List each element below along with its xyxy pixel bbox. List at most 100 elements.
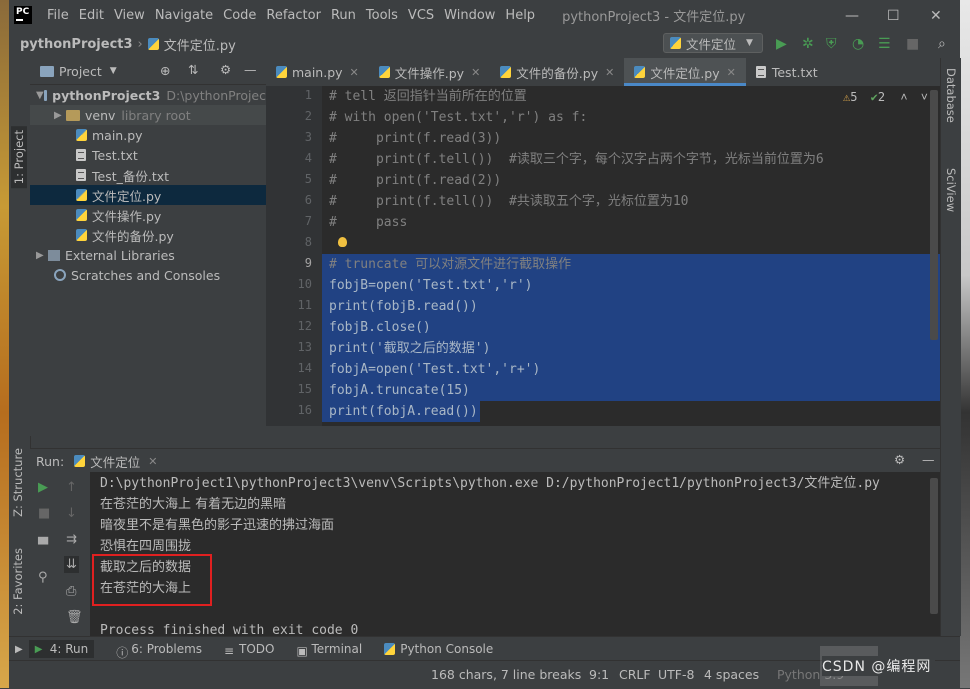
code-line: # tell 返回指针当前所在的位置 <box>329 89 527 104</box>
close-tab-icon[interactable]: ✕ <box>471 66 480 79</box>
todo-icon: ≡ <box>224 644 235 658</box>
stop-icon[interactable]: ■ <box>906 36 919 52</box>
tab-main-py[interactable]: main.py ✕ <box>266 58 369 86</box>
tree-item-test-backup-txt[interactable]: Test_备份.txt <box>30 165 266 185</box>
menu-help[interactable]: Help <box>500 8 540 23</box>
tree-item-file-locate-py[interactable]: 文件定位.py <box>30 185 266 205</box>
tab-structure[interactable]: Z: Structure <box>11 448 25 517</box>
menu-vcs[interactable]: VCS <box>403 8 439 23</box>
menu-run[interactable]: Run <box>326 8 361 23</box>
status-caret-position[interactable]: 9:1 <box>589 667 609 682</box>
profile-icon[interactable]: ◔ <box>852 36 864 52</box>
tab-terminal[interactable]: ▣ Terminal <box>297 642 363 658</box>
trash-icon[interactable]: 🗑 <box>66 610 83 625</box>
tab-label: Test.txt <box>771 64 818 80</box>
pin-icon[interactable]: ⚲ <box>38 570 48 585</box>
status-encoding[interactable]: UTF-8 <box>658 667 694 682</box>
menu-tools[interactable]: Tools <box>361 8 403 23</box>
status-indent[interactable]: 4 spaces <box>704 667 759 682</box>
tab-file-backup-py[interactable]: 文件的备份.py ✕ <box>490 58 624 86</box>
minimize-icon[interactable]: — <box>845 8 859 24</box>
line-number: 16 <box>297 403 312 417</box>
close-tab-icon[interactable]: ✕ <box>605 66 614 79</box>
tab-favorites[interactable]: 2: Favorites <box>11 548 25 615</box>
tab-file-locate-py[interactable]: 文件定位.py ✕ <box>624 58 746 86</box>
library-icon <box>48 249 60 261</box>
gear-icon[interactable]: ⚙ <box>894 452 905 467</box>
chevron-down-icon[interactable]: ▼ <box>110 66 117 76</box>
status-bar: 168 chars, 7 line breaks 9:1 CRLF UTF-8 … <box>9 660 960 689</box>
chevron-up-icon[interactable]: ˄ <box>900 90 907 104</box>
print-icon[interactable]: ⎙ <box>66 584 76 599</box>
collapse-all-icon[interactable]: ⇅ <box>188 62 198 77</box>
tab-todo[interactable]: ≡ TODO <box>224 642 274 658</box>
menu-code[interactable]: Code <box>218 8 261 23</box>
menu-edit[interactable]: Edit <box>74 8 109 23</box>
tree-item-venv[interactable]: ▶ venv library root <box>30 105 266 125</box>
breadcrumb-file[interactable]: 文件定位.py <box>164 35 236 54</box>
project-view-select[interactable]: Project <box>59 64 102 79</box>
editor-scrollbar[interactable] <box>930 90 938 340</box>
chevron-down-icon[interactable]: ˅ <box>921 90 928 104</box>
status-line-separator[interactable]: CRLF <box>619 667 651 682</box>
tab-problems[interactable]: ⓘ 6: Problems <box>116 642 203 660</box>
close-icon[interactable]: ✕ <box>930 8 942 24</box>
console-output[interactable]: D:\pythonProject1\pythonProject3\venv\Sc… <box>90 472 940 638</box>
code-editor[interactable]: ⚠5 ✔2 ˄ ˅ # tell 返回指针当前所在的位置 # with open… <box>322 86 940 426</box>
down-icon[interactable]: ↓ <box>66 506 77 521</box>
tree-item-file-ops-py[interactable]: 文件操作.py <box>30 205 266 225</box>
stop-icon[interactable]: ■ <box>38 506 50 521</box>
desktop-background-right <box>960 0 970 688</box>
weak-warning-count: 2 <box>877 90 886 104</box>
soft-wrap-icon[interactable]: ⇉ <box>66 532 77 547</box>
tree-item-file-backup-py[interactable]: 文件的备份.py <box>30 225 266 245</box>
rerun-icon[interactable]: ▶ <box>38 480 48 495</box>
run-config-select[interactable]: 文件定位 ▼ <box>663 33 763 53</box>
tree-item-test-txt[interactable]: Test.txt <box>30 145 266 165</box>
breadcrumb-project[interactable]: pythonProject3 <box>20 37 133 52</box>
close-tab-icon[interactable]: ✕ <box>727 66 736 79</box>
line-number: 13 <box>297 340 312 354</box>
tree-item-project-root[interactable]: ▼ pythonProject3 D:\pythonProjec <box>30 85 266 105</box>
window-icon[interactable]: ▶ <box>15 644 23 655</box>
gear-icon[interactable]: ⚙ <box>220 62 231 77</box>
inspection-widget[interactable]: ⚠5 ✔2 ˄ ˅ <box>843 90 928 105</box>
menu-window[interactable]: Window <box>439 8 500 23</box>
console-scrollbar[interactable] <box>930 478 938 614</box>
tab-file-ops-py[interactable]: 文件操作.py ✕ <box>369 58 491 86</box>
menu-navigate[interactable]: Navigate <box>150 8 218 23</box>
problems-icon: ⓘ <box>116 646 129 660</box>
tree-item-external-libraries[interactable]: ▶ External Libraries <box>30 245 266 265</box>
scroll-to-end-icon[interactable]: ⇊ <box>64 556 79 573</box>
tree-item-label: 文件的备份.py <box>92 228 174 244</box>
concurrency-icon[interactable]: ☰ <box>878 36 891 52</box>
tab-project[interactable]: 1: Project <box>11 126 27 189</box>
layout-icon[interactable]: ▀ <box>38 538 48 553</box>
tab-test-txt[interactable]: Test.txt <box>746 58 828 86</box>
menu-view[interactable]: View <box>109 8 150 23</box>
tree-item-scratches[interactable]: Scratches and Consoles <box>30 265 266 285</box>
close-tab-icon[interactable]: ✕ <box>350 66 359 79</box>
tab-database[interactable]: Database <box>944 68 958 123</box>
close-tab-icon[interactable]: ✕ <box>148 455 157 468</box>
tab-run[interactable]: ▶ 4: Run <box>28 640 95 658</box>
hide-icon[interactable]: — <box>244 62 257 77</box>
debug-icon[interactable]: ✲ <box>802 36 814 52</box>
maximize-icon[interactable]: ☐ <box>887 8 900 24</box>
tab-python-console[interactable]: Python Console <box>384 642 493 656</box>
locate-icon[interactable]: ⊕ <box>160 63 170 78</box>
tab-sciview[interactable]: SciView <box>944 168 958 212</box>
python-file-icon <box>76 209 87 221</box>
tree-item-main-py[interactable]: main.py <box>30 125 266 145</box>
menu-refactor[interactable]: Refactor <box>261 8 326 23</box>
search-icon[interactable]: ⌕ <box>938 36 946 52</box>
python-file-icon <box>76 129 87 141</box>
menu-file[interactable]: File <box>42 8 74 23</box>
up-icon[interactable]: ↑ <box>66 480 77 495</box>
lightbulb-icon[interactable] <box>338 237 347 247</box>
run-icon[interactable]: ▶ <box>776 36 787 52</box>
hide-icon[interactable]: — <box>922 452 935 467</box>
tab-label: 6: Problems <box>131 642 203 656</box>
coverage-icon[interactable]: ⛨ <box>826 36 837 52</box>
run-tab-label[interactable]: 文件定位 <box>90 452 140 471</box>
